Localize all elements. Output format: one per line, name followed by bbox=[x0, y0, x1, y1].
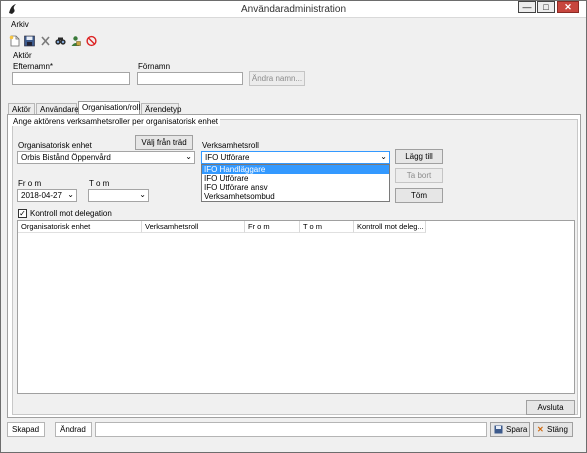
kontroll-checkbox[interactable]: ✓ bbox=[18, 209, 27, 218]
save-icon bbox=[494, 425, 503, 434]
spara-button[interactable]: Spara bbox=[490, 422, 530, 437]
menu-bar: Arkiv bbox=[1, 18, 586, 32]
toolbar bbox=[1, 33, 586, 49]
dropdown-option[interactable]: Verksamhetsombud bbox=[202, 192, 389, 201]
chevron-down-icon: ⌄ bbox=[185, 152, 192, 161]
save-icon[interactable] bbox=[23, 35, 36, 47]
fornamn-label: Förnamn bbox=[138, 62, 171, 71]
chevron-down-icon: ⌄ bbox=[380, 152, 387, 161]
new-icon[interactable] bbox=[8, 35, 21, 47]
dropdown-option[interactable]: IFO Utförare bbox=[202, 174, 389, 183]
block-icon[interactable] bbox=[85, 35, 98, 47]
from-date-picker[interactable]: 2018-04-27 ⌄ bbox=[17, 189, 77, 202]
check-icon: ✓ bbox=[19, 209, 26, 218]
efternamn-field[interactable] bbox=[12, 72, 130, 85]
tom-date-picker[interactable]: ⌄ bbox=[88, 189, 149, 202]
valj-fran-trad-button[interactable]: Välj från träd bbox=[135, 135, 193, 150]
verksamhetsroll-dropdown: IFO Handläggare IFO Utförare IFO Utförar… bbox=[201, 164, 390, 202]
efternamn-label: Efternamn* bbox=[13, 62, 54, 71]
status-text-field bbox=[95, 422, 487, 437]
minimize-button[interactable]: — bbox=[518, 1, 536, 13]
fornamn-field[interactable] bbox=[137, 72, 243, 85]
grid-header-verksamhetsroll[interactable]: Verksamhetsroll bbox=[142, 221, 245, 233]
maximize-button[interactable]: □ bbox=[537, 1, 555, 13]
dropdown-option[interactable]: IFO Utförare ansv bbox=[202, 183, 389, 192]
lagg-till-button[interactable]: Lägg till bbox=[395, 149, 443, 164]
close-button[interactable]: ✕ bbox=[557, 1, 579, 13]
from-label: Fr o m bbox=[18, 179, 42, 188]
from-date-value: 2018-04-27 bbox=[21, 191, 62, 200]
organisation-roll-panel: Ange aktörens verksamhetsroller per orga… bbox=[7, 114, 581, 418]
verksamhetsroll-select[interactable]: IFO Utförare ⌄ bbox=[201, 151, 390, 164]
stang-button[interactable]: ✕ Stäng bbox=[533, 422, 573, 437]
grid-header-tom[interactable]: T o m bbox=[300, 221, 354, 233]
status-bar: Skapad Ändrad Spara ✕ Stäng bbox=[7, 422, 581, 438]
close-icon: ✕ bbox=[537, 425, 544, 434]
role-grid[interactable]: Organisatorisk enhet Verksamhetsroll Fr … bbox=[17, 220, 575, 394]
group-title: Ange aktörens verksamhetsroller per orga… bbox=[11, 117, 220, 126]
andrad-field: Ändrad bbox=[55, 422, 92, 437]
aktor-section-label: Aktör bbox=[13, 51, 32, 60]
tab-organisation-roll[interactable]: Organisation/roll bbox=[78, 101, 140, 115]
grid-header-kontroll[interactable]: Kontroll mot deleg... bbox=[354, 221, 426, 233]
avsluta-button[interactable]: Avsluta bbox=[526, 400, 575, 415]
tom-label: T o m bbox=[89, 179, 110, 188]
delete-icon[interactable] bbox=[39, 35, 52, 47]
spara-label: Spara bbox=[506, 425, 528, 434]
org-enhet-select[interactable]: Orbis Bistånd Öppenvård ⌄ bbox=[17, 151, 195, 164]
grid-header-org-enhet[interactable]: Organisatorisk enhet bbox=[18, 221, 142, 233]
group-box: Ange aktörens verksamhetsroller per orga… bbox=[11, 117, 578, 415]
verksamhetsroll-label: Verksamhetsroll bbox=[202, 141, 259, 150]
maximize-icon: □ bbox=[543, 2, 549, 12]
chevron-down-icon: ⌄ bbox=[139, 190, 146, 199]
minimize-icon: — bbox=[522, 2, 532, 12]
dropdown-option[interactable]: IFO Handläggare bbox=[202, 165, 389, 174]
close-icon: ✕ bbox=[564, 2, 572, 12]
window-title: Användaradministration bbox=[240, 4, 347, 15]
chevron-down-icon: ⌄ bbox=[67, 190, 74, 199]
tom-button[interactable]: Töm bbox=[395, 188, 443, 203]
users-icon[interactable] bbox=[69, 35, 82, 47]
app-window: Användaradministration — □ ✕ Arkiv Aktör… bbox=[0, 0, 587, 453]
org-enhet-value: Orbis Bistånd Öppenvård bbox=[21, 153, 111, 162]
grid-header-from[interactable]: Fr o m bbox=[245, 221, 300, 233]
stang-label: Stäng bbox=[547, 425, 568, 434]
search-icon[interactable] bbox=[54, 35, 67, 47]
andra-namn-button[interactable]: Ändra namn... bbox=[249, 71, 305, 86]
verksamhetsroll-value: IFO Utförare bbox=[205, 153, 250, 162]
org-enhet-label: Organisatorisk enhet bbox=[18, 141, 92, 150]
title-bar: Användaradministration — □ ✕ bbox=[1, 1, 586, 18]
menu-arkiv[interactable]: Arkiv bbox=[11, 20, 29, 29]
kontroll-checkbox-label: Kontroll mot delegation bbox=[30, 209, 112, 218]
ta-bort-button[interactable]: Ta bort bbox=[395, 168, 443, 183]
skapad-field: Skapad bbox=[7, 422, 45, 437]
